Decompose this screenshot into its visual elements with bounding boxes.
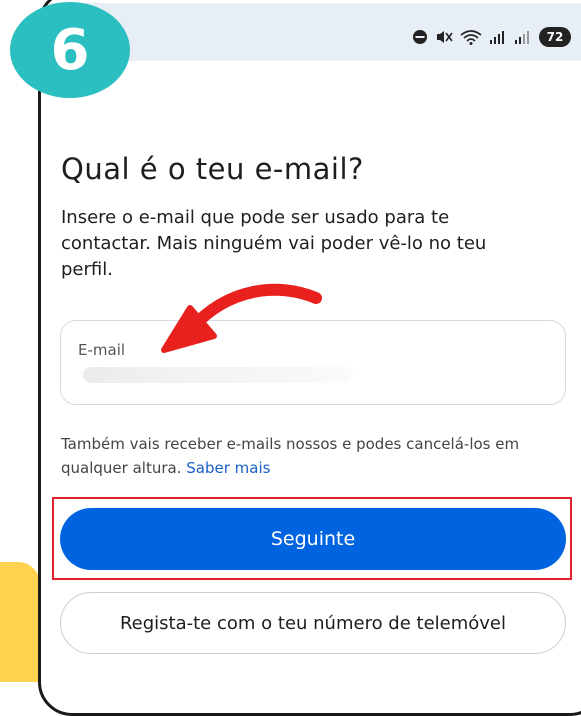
info-message: Também vais receber e-mails nossos e pod…: [61, 435, 520, 477]
wifi-icon: [460, 30, 482, 45]
email-field-label: E-mail: [78, 341, 126, 359]
step-number-badge: 6: [10, 2, 130, 98]
signal-icon: [490, 31, 504, 44]
yellow-decoration: [0, 562, 40, 682]
signal-icon: [515, 31, 529, 44]
status-icons: 72: [412, 25, 571, 49]
info-text: Também vais receber e-mails nossos e pod…: [61, 432, 567, 480]
battery-indicator: 72: [539, 27, 571, 47]
learn-more-link[interactable]: Saber mais: [186, 459, 270, 477]
page-title: Qual é o teu e-mail?: [61, 152, 364, 186]
do-not-disturb-icon: [413, 30, 427, 44]
red-arrow-icon: [161, 283, 322, 353]
signup-with-phone-button[interactable]: Regista-te com o teu número de telemóvel: [60, 592, 566, 654]
next-button-highlight: [52, 497, 572, 580]
mute-icon: [437, 31, 453, 43]
